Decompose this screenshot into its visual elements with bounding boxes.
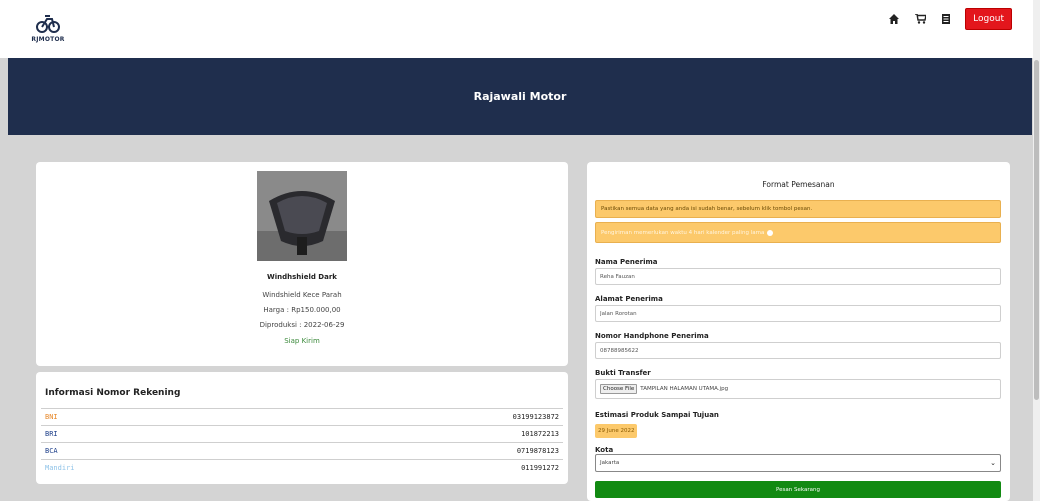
bank-name: BRI [45, 430, 58, 438]
bank-account-number: 03199123872 [512, 413, 559, 421]
bank-account-number: 0719878123 [516, 447, 559, 455]
recipient-phone-input[interactable] [595, 342, 1001, 359]
product-name: Windhshield Dark [267, 273, 337, 281]
recipient-name-label: Nama Penerima [595, 258, 658, 266]
product-card: Windhshield Dark Windshield Kece Parah H… [36, 162, 568, 366]
top-navbar: RJMOTOR Logout [0, 0, 1040, 58]
recipient-address-label: Alamat Penerima [595, 295, 663, 303]
document-icon[interactable] [939, 12, 953, 26]
shipping-alert: Pengiriman memerlukan waktu 4 hari kalen… [595, 222, 1001, 243]
nav-actions: Logout [887, 8, 1012, 30]
product-description: Windshield Kece Parah [262, 291, 342, 299]
home-icon[interactable] [887, 12, 901, 26]
transfer-proof-label: Bukti Transfer [595, 369, 651, 377]
choose-file-button[interactable]: Choose File [600, 384, 638, 394]
delivery-estimate-badge: 29 June 2022 [595, 424, 638, 438]
scrollbar-thumb[interactable] [1034, 60, 1039, 400]
motorbike-logo-icon [36, 15, 60, 33]
confirm-alert-text: Pastikan semua data yang anda isi sudah … [601, 206, 813, 212]
product-status: Siap Kirim [284, 337, 320, 345]
bank-account-row: BRI 101872213 [41, 425, 563, 442]
order-now-button[interactable]: Pesan Sekarang [595, 481, 1001, 498]
brand-logo-text: RJMOTOR [31, 36, 65, 43]
bank-name: Mandiri [45, 464, 75, 472]
cart-icon[interactable] [913, 12, 927, 26]
bank-account-number: 011991272 [521, 464, 559, 472]
delivery-estimate-label: Estimasi Produk Sampai Tujuan [595, 411, 719, 419]
recipient-phone-label: Nomor Handphone Penerima [595, 332, 709, 340]
recipient-address-input[interactable] [595, 305, 1001, 322]
confirm-alert: Pastikan semua data yang anda isi sudah … [595, 200, 1001, 218]
order-form-card: Format Pemesanan Pastikan semua data yan… [587, 162, 1010, 501]
banner-title: Rajawali Motor [473, 90, 567, 103]
city-select-value: Jakarta [600, 460, 620, 466]
selected-file-name: TAMPILAN HALAMAN UTAMA.jpg [640, 386, 729, 392]
product-image [257, 171, 347, 261]
page-scrollbar[interactable] [1033, 0, 1040, 501]
order-form-title: Format Pemesanan [762, 180, 835, 189]
bank-account-row: Mandiri 011991272 [41, 459, 563, 476]
bank-account-title: Informasi Nomor Rekening [45, 388, 181, 398]
shipping-alert-text: Pengiriman memerlukan waktu 4 hari kalen… [601, 229, 765, 236]
brand-logo[interactable]: RJMOTOR [30, 10, 66, 46]
bank-account-card: Informasi Nomor Rekening BNI 03199123872… [36, 372, 568, 484]
chevron-down-icon: ⌄ [990, 459, 996, 467]
product-production-date: Diproduksi : 2022-06-29 [259, 321, 345, 329]
logout-button[interactable]: Logout [965, 8, 1012, 30]
bank-account-number: 101872213 [521, 430, 559, 438]
city-label: Kota [595, 446, 614, 454]
bank-account-row: BCA 0719878123 [41, 442, 563, 459]
bank-name: BNI [45, 413, 58, 421]
bank-account-row: BNI 03199123872 [41, 408, 563, 425]
hero-banner: Rajawali Motor [8, 58, 1032, 135]
product-price: Harga : Rp150.000,00 [263, 306, 341, 314]
bank-account-list: BNI 03199123872 BRI 101872213 BCA 071987… [41, 408, 563, 476]
info-icon [767, 229, 774, 236]
city-select[interactable]: Jakarta ⌄ [595, 454, 1001, 472]
recipient-name-input[interactable] [595, 268, 1001, 285]
bank-name: BCA [45, 447, 58, 455]
transfer-proof-file-input[interactable]: Choose File TAMPILAN HALAMAN UTAMA.jpg [595, 379, 1001, 399]
